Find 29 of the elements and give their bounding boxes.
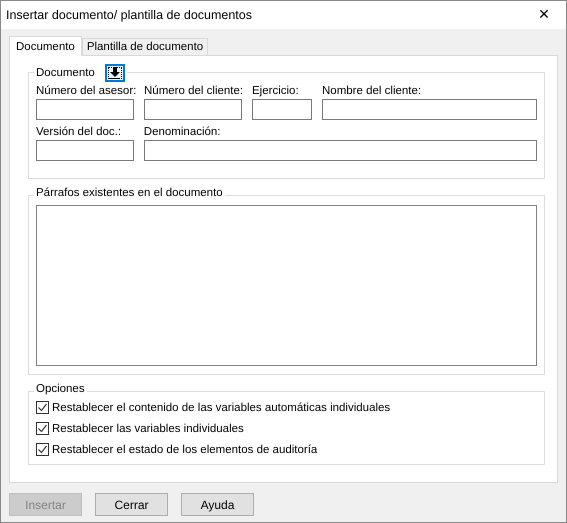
checkbox[interactable] [36, 443, 49, 456]
input-field[interactable] [36, 99, 134, 120]
group-title: Documento [36, 67, 95, 79]
group-title: Párrafos existentes en el documento [36, 187, 223, 199]
checkbox[interactable] [36, 401, 49, 414]
tab[interactable]: Plantilla de documento [82, 38, 208, 55]
option-label: Restablecer el estado de los elementos de auditoría [52, 444, 318, 456]
field-label: Número del asesor: [36, 85, 134, 97]
field-label: Nombre del cliente: [322, 85, 422, 97]
option-label: Restablecer el contenido de las variables automáticas individuales [52, 402, 390, 414]
field-label: Versión del doc.: [36, 126, 122, 138]
input-field[interactable] [36, 140, 134, 161]
tab[interactable]: Documento [9, 36, 82, 56]
window-title: Insertar documento/ plantilla de documentos [6, 8, 252, 22]
field-label: Denominación: [144, 126, 222, 138]
close-button[interactable]: ✕ [522, 1, 566, 29]
download-icon [108, 67, 121, 79]
dialog-button[interactable]: Ayuda [181, 493, 254, 516]
input-field[interactable] [322, 99, 537, 120]
input-field[interactable] [144, 140, 537, 161]
checkbox[interactable] [36, 422, 49, 435]
input-field[interactable] [252, 99, 312, 120]
option-label: Restablecer las variables individuales [52, 422, 244, 434]
field-label: Ejercicio: [252, 85, 300, 97]
field-label: Número del cliente: [144, 85, 242, 97]
group-title: Opciones [36, 383, 85, 395]
dialog-button[interactable]: Cerrar [95, 493, 168, 516]
download-button[interactable] [104, 64, 125, 82]
input-field[interactable] [144, 99, 242, 120]
